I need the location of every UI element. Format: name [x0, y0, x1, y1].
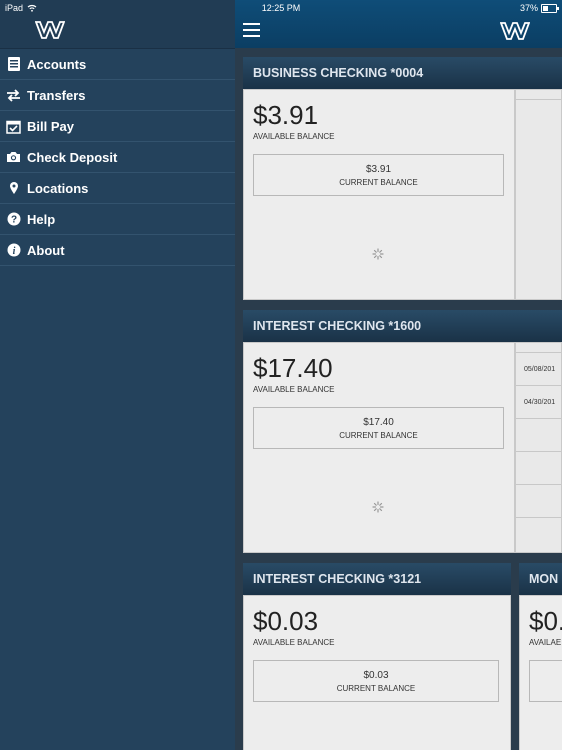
accounts-icon — [0, 56, 27, 72]
sidebar-item-label: Locations — [27, 180, 89, 196]
current-balance-amount: $17.40 — [363, 417, 394, 428]
info-icon: i — [0, 243, 27, 257]
help-icon: ? — [0, 212, 27, 226]
status-bar: iPad 12:25 PM 37% — [0, 0, 562, 16]
available-balance-amount: $0.03 — [253, 606, 319, 636]
accounts-screen: BUSINESS CHECKING *0004 $3.91 AVAILABLE … — [235, 0, 562, 750]
current-balance-box — [529, 660, 562, 702]
sidebar-item-accounts[interactable]: Accounts — [0, 49, 235, 80]
current-balance-box: $3.91 CURRENT BALANCE — [253, 154, 504, 196]
sidebar-item-about[interactable]: i About — [0, 235, 235, 266]
account-title[interactable]: INTEREST CHECKING *1600 — [243, 310, 562, 342]
navigation-sidebar: Accounts Transfers Bill Pay Check Deposi… — [0, 0, 235, 750]
transaction-row[interactable] — [516, 343, 561, 353]
available-balance-label: AVAILABLE BALANCE — [253, 638, 335, 647]
current-balance-box: $0.03 CURRENT BALANCE — [253, 660, 499, 702]
available-balance-amount: $17.40 — [253, 353, 333, 383]
sidebar-item-label: About — [27, 242, 65, 258]
sidebar-item-transfers[interactable]: Transfers — [0, 80, 235, 111]
transaction-row[interactable] — [516, 419, 561, 452]
sidebar-item-label: Check Deposit — [27, 149, 118, 165]
sidebar-item-label: Accounts — [27, 56, 87, 72]
sidebar-menu: Accounts Transfers Bill Pay Check Deposi… — [0, 49, 235, 266]
loading-spinner-icon — [372, 501, 384, 513]
svg-text:?: ? — [10, 215, 16, 226]
available-balance-amount: $0. — [529, 606, 562, 636]
clock: 12:25 PM — [261, 3, 301, 13]
account-title[interactable]: INTEREST CHECKING *3121 — [243, 563, 511, 595]
available-balance-label: AVAILAE — [529, 638, 562, 647]
account-card[interactable]: $0. AVAILAE — [519, 595, 562, 750]
available-balance-label: AVAILABLE BALANCE — [253, 132, 335, 141]
loading-spinner-icon — [372, 248, 384, 260]
account-card[interactable]: $3.91 AVAILABLE BALANCE $3.91 CURRENT BA… — [243, 89, 515, 300]
camera-icon — [0, 151, 27, 163]
battery-icon — [541, 3, 559, 13]
account-section: BUSINESS CHECKING *0004 $3.91 AVAILABLE … — [243, 57, 562, 300]
current-balance-amount: $3.91 — [365, 164, 392, 175]
battery-percent: 37% — [519, 3, 538, 13]
current-balance-label: CURRENT BALANCE — [339, 178, 418, 187]
account-section: INTEREST CHECKING *3121 $0.03 AVAILABLE … — [243, 563, 511, 750]
bank-logo — [500, 22, 530, 40]
current-balance-label: CURRENT BALANCE — [336, 684, 416, 693]
transactions-panel — [515, 89, 562, 300]
sidebar-item-bill-pay[interactable]: Bill Pay — [0, 111, 235, 142]
transaction-row[interactable] — [516, 90, 561, 100]
transaction-row[interactable] — [516, 485, 561, 518]
sidebar-item-label: Help — [27, 211, 56, 227]
transaction-row[interactable]: 04/30/201 — [516, 386, 561, 419]
current-balance-box: $17.40 CURRENT BALANCE — [253, 407, 504, 449]
account-card[interactable]: $0.03 AVAILABLE BALANCE $0.03 CURRENT BA… — [243, 595, 511, 750]
current-balance-amount: $0.03 — [363, 670, 389, 681]
sidebar-item-check-deposit[interactable]: Check Deposit — [0, 142, 235, 173]
available-balance-label: AVAILABLE BALANCE — [253, 385, 335, 394]
current-balance-label: CURRENT BALANCE — [339, 431, 418, 440]
account-section: MON $0. AVAILAE — [519, 563, 562, 750]
transfers-icon — [0, 88, 27, 102]
sidebar-item-help[interactable]: ? Help — [0, 204, 235, 235]
account-title[interactable]: BUSINESS CHECKING *0004 — [243, 57, 562, 89]
sidebar-item-label: Transfers — [27, 87, 86, 103]
sidebar-item-label: Bill Pay — [27, 118, 74, 134]
menu-icon[interactable] — [243, 23, 260, 37]
transaction-row[interactable] — [516, 452, 561, 485]
map-pin-icon — [0, 181, 27, 195]
account-title[interactable]: MON — [519, 563, 562, 595]
available-balance-amount: $3.91 — [253, 100, 319, 130]
calendar-check-icon — [0, 119, 27, 134]
account-card[interactable]: $17.40 AVAILABLE BALANCE $17.40 CURRENT … — [243, 342, 515, 553]
bank-logo — [35, 21, 65, 39]
transaction-row[interactable]: 05/08/201 — [516, 353, 561, 386]
svg-text:i: i — [12, 246, 15, 257]
account-section: INTEREST CHECKING *1600 $17.40 AVAILABLE… — [243, 310, 562, 553]
sidebar-item-locations[interactable]: Locations — [0, 173, 235, 204]
transactions-panel: 05/08/201 04/30/201 — [515, 342, 562, 553]
